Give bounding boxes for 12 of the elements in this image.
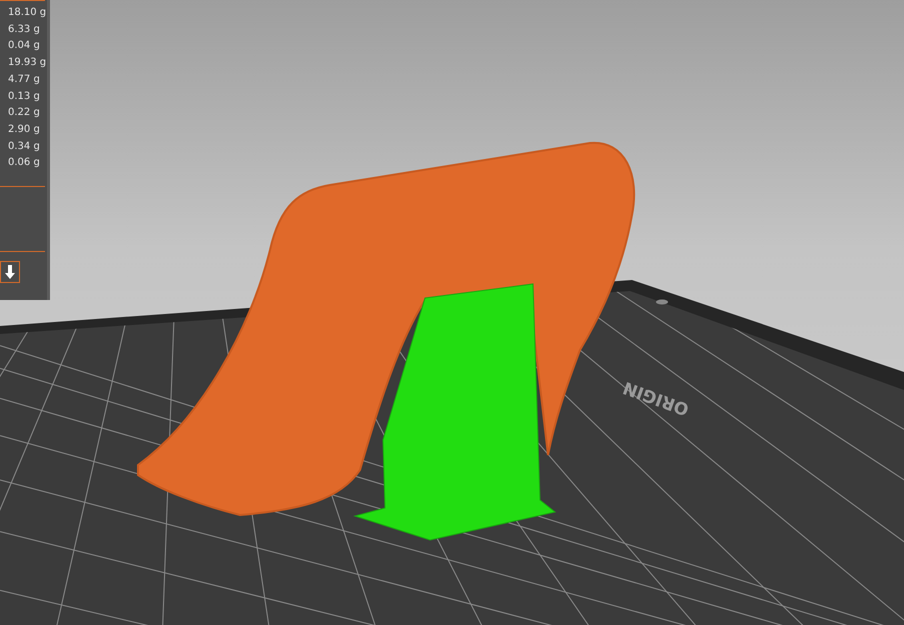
filament-weight: 0.13 g [8,90,41,104]
export-button[interactable] [0,261,20,283]
filament-weight: 4.77 g [8,72,41,87]
filament-weight: 0.34 g [8,140,41,154]
filament-weight: 0.22 g [8,106,41,120]
filament-weight: 0.04 g [8,39,41,54]
filament-weight: 0.06 g [8,156,41,170]
filament-weight: 18.10 g [8,6,47,20]
filament-weight: 6.33 g [8,22,41,36]
down-arrow-icon [4,264,16,280]
filament-weight: 2.90 g [8,122,41,137]
filament-weight: 19.93 g [8,56,47,70]
